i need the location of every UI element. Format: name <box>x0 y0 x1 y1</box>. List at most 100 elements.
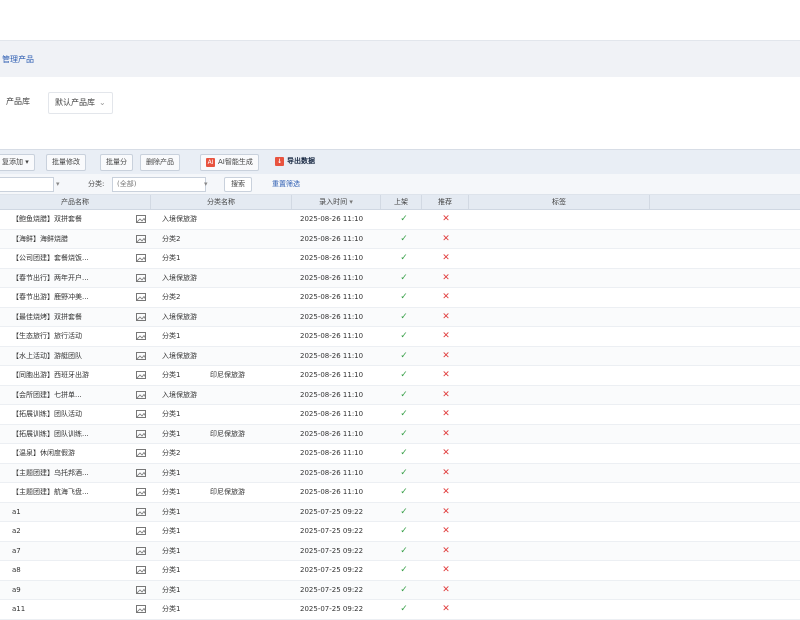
listed-check-icon[interactable]: ✓ <box>397 581 411 600</box>
listed-check-icon[interactable]: ✓ <box>397 561 411 580</box>
product-name[interactable]: 【公司团建】套餐烧饭... <box>12 249 130 268</box>
col-tags[interactable]: 标签 <box>469 195 650 209</box>
product-name[interactable]: 【主题团建】乌托邦酒... <box>12 464 130 483</box>
category-dropdown-icon[interactable]: ▾ <box>204 178 208 190</box>
product-name[interactable]: 【最佳烧烤】双拼套餐 <box>12 308 130 327</box>
table-row[interactable]: a11 分类1 2025-07-25 09:22 ✓ ✕ <box>0 600 800 620</box>
recommend-cross-icon[interactable]: ✕ <box>440 542 452 561</box>
product-name[interactable]: a9 <box>12 581 130 600</box>
image-icon[interactable] <box>136 269 150 288</box>
image-icon[interactable] <box>136 230 150 249</box>
listed-check-icon[interactable]: ✓ <box>397 464 411 483</box>
table-row[interactable]: 【春节出游】鹿野冲美... 分类2 2025-08-26 11:10 ✓ ✕ <box>0 288 800 308</box>
recommend-cross-icon[interactable]: ✕ <box>440 269 452 288</box>
recommend-cross-icon[interactable]: ✕ <box>440 210 452 229</box>
product-name[interactable]: 【主题团建】航海飞盘... <box>12 483 130 502</box>
image-icon[interactable] <box>136 405 150 424</box>
recommend-cross-icon[interactable]: ✕ <box>440 405 452 424</box>
keyword-input[interactable] <box>0 177 54 192</box>
recommend-cross-icon[interactable]: ✕ <box>440 366 452 385</box>
table-row[interactable]: 【最佳烧烤】双拼套餐 入境保旅游 2025-08-26 11:10 ✓ ✕ <box>0 307 800 327</box>
table-row[interactable]: 【主题团建】航海飞盘... 分类1 印尼保旅游 2025-08-26 11:10 ✓ ✕ <box>0 483 800 503</box>
product-name[interactable]: 【水上活动】游艇团队 <box>12 347 130 366</box>
listed-check-icon[interactable]: ✓ <box>397 327 411 346</box>
listed-check-icon[interactable]: ✓ <box>397 269 411 288</box>
tab-product-library[interactable]: 产品库 <box>0 92 36 112</box>
image-icon[interactable] <box>136 425 150 444</box>
listed-check-icon[interactable]: ✓ <box>397 600 411 619</box>
recommend-cross-icon[interactable]: ✕ <box>440 425 452 444</box>
recommend-cross-icon[interactable]: ✕ <box>440 347 452 366</box>
col-category[interactable]: 分类名称 <box>151 195 292 209</box>
batch-edit-button[interactable]: 批量修改 <box>46 154 86 171</box>
listed-check-icon[interactable]: ✓ <box>397 405 411 424</box>
product-name[interactable]: 【同胞出游】西班牙出游 <box>12 366 130 385</box>
product-name[interactable]: 【生态旅行】旅行活动 <box>12 327 130 346</box>
table-row[interactable]: 【公司团建】套餐烧饭... 分类1 2025-08-26 11:10 ✓ ✕ <box>0 249 800 269</box>
image-icon[interactable] <box>136 327 150 346</box>
table-row[interactable]: 【鲍鱼烧腊】双拼套餐 入境保旅游 2025-08-26 11:10 ✓ ✕ <box>0 210 800 230</box>
table-row[interactable]: 【拓展训练】团队活动 分类1 2025-08-26 11:10 ✓ ✕ <box>0 405 800 425</box>
listed-check-icon[interactable]: ✓ <box>397 249 411 268</box>
product-name[interactable]: 【鲍鱼烧腊】双拼套餐 <box>12 210 130 229</box>
col-listed[interactable]: 上架 <box>381 195 422 209</box>
product-name[interactable]: 【温泉】休闲度假游 <box>12 444 130 463</box>
product-name[interactable]: a1 <box>12 503 130 522</box>
listed-check-icon[interactable]: ✓ <box>397 230 411 249</box>
product-name[interactable]: 【会所团建】七拼单... <box>12 386 130 405</box>
batch-assign-button[interactable]: 批量分 <box>100 154 133 171</box>
product-name[interactable]: 【拓展训练】团队训练... <box>12 425 130 444</box>
product-name[interactable]: a7 <box>12 542 130 561</box>
product-name[interactable]: a8 <box>12 561 130 580</box>
table-row[interactable]: a2 分类1 2025-07-25 09:22 ✓ ✕ <box>0 522 800 542</box>
product-name[interactable]: a11 <box>12 600 130 619</box>
table-row[interactable]: 【海鲜】海鲜烧腊 分类2 2025-08-26 11:10 ✓ ✕ <box>0 229 800 249</box>
recommend-cross-icon[interactable]: ✕ <box>440 327 452 346</box>
tab-default-library[interactable]: 默认产品库 ⌄ <box>48 92 113 114</box>
image-icon[interactable] <box>136 347 150 366</box>
table-row[interactable]: a9 分类1 2025-07-25 09:22 ✓ ✕ <box>0 580 800 600</box>
image-icon[interactable] <box>136 288 150 307</box>
product-name[interactable]: 【海鲜】海鲜烧腊 <box>12 230 130 249</box>
col-recommended[interactable]: 推荐 <box>422 195 469 209</box>
table-row[interactable]: a8 分类1 2025-07-25 09:22 ✓ ✕ <box>0 561 800 581</box>
listed-check-icon[interactable]: ✓ <box>397 288 411 307</box>
ai-generate-button[interactable]: AI AI智能生成 <box>200 154 259 171</box>
listed-check-icon[interactable]: ✓ <box>397 425 411 444</box>
recommend-cross-icon[interactable]: ✕ <box>440 230 452 249</box>
image-icon[interactable] <box>136 483 150 502</box>
image-icon[interactable] <box>136 308 150 327</box>
listed-check-icon[interactable]: ✓ <box>397 347 411 366</box>
image-icon[interactable] <box>136 249 150 268</box>
product-name[interactable]: 【拓展训练】团队活动 <box>12 405 130 424</box>
table-row[interactable]: 【同胞出游】西班牙出游 分类1 印尼保旅游 2025-08-26 11:10 ✓ ✕ <box>0 366 800 386</box>
listed-check-icon[interactable]: ✓ <box>397 483 411 502</box>
table-row[interactable]: 【会所团建】七拼单... 入境保旅游 2025-08-26 11:10 ✓ ✕ <box>0 385 800 405</box>
table-row[interactable]: 【春节出行】两年开户... 入境保旅游 2025-08-26 11:10 ✓ ✕ <box>0 268 800 288</box>
table-row[interactable]: a7 分类1 2025-07-25 09:22 ✓ ✕ <box>0 541 800 561</box>
table-row[interactable]: 【水上活动】游艇团队 入境保旅游 2025-08-26 11:10 ✓ ✕ <box>0 346 800 366</box>
reset-filter-link[interactable]: 重置筛选 <box>272 178 300 190</box>
table-row[interactable]: 【温泉】休闲度假游 分类2 2025-08-26 11:10 ✓ ✕ <box>0 444 800 464</box>
recommend-cross-icon[interactable]: ✕ <box>440 249 452 268</box>
listed-check-icon[interactable]: ✓ <box>397 522 411 541</box>
recommend-cross-icon[interactable]: ✕ <box>440 288 452 307</box>
listed-check-icon[interactable]: ✓ <box>397 366 411 385</box>
table-row[interactable]: 【主题团建】乌托邦酒... 分类1 2025-08-26 11:10 ✓ ✕ <box>0 463 800 483</box>
image-icon[interactable] <box>136 366 150 385</box>
image-icon[interactable] <box>136 503 150 522</box>
recommend-cross-icon[interactable]: ✕ <box>440 444 452 463</box>
col-created-time[interactable]: 录入时间 ▾ <box>292 195 381 209</box>
table-row[interactable]: 【生态旅行】旅行活动 分类1 2025-08-26 11:10 ✓ ✕ <box>0 327 800 347</box>
col-product-name[interactable]: 产品名称 <box>0 195 151 209</box>
recommend-cross-icon[interactable]: ✕ <box>440 581 452 600</box>
listed-check-icon[interactable]: ✓ <box>397 386 411 405</box>
listed-check-icon[interactable]: ✓ <box>397 210 411 229</box>
listed-check-icon[interactable]: ✓ <box>397 503 411 522</box>
product-name[interactable]: 【春节出游】鹿野冲美... <box>12 288 130 307</box>
product-name[interactable]: a2 <box>12 522 130 541</box>
category-select[interactable]: (全部) <box>112 177 206 192</box>
image-icon[interactable] <box>136 210 150 229</box>
page-title[interactable]: 管理产品 <box>2 54 34 65</box>
table-row[interactable]: a1 分类1 2025-07-25 09:22 ✓ ✕ <box>0 502 800 522</box>
